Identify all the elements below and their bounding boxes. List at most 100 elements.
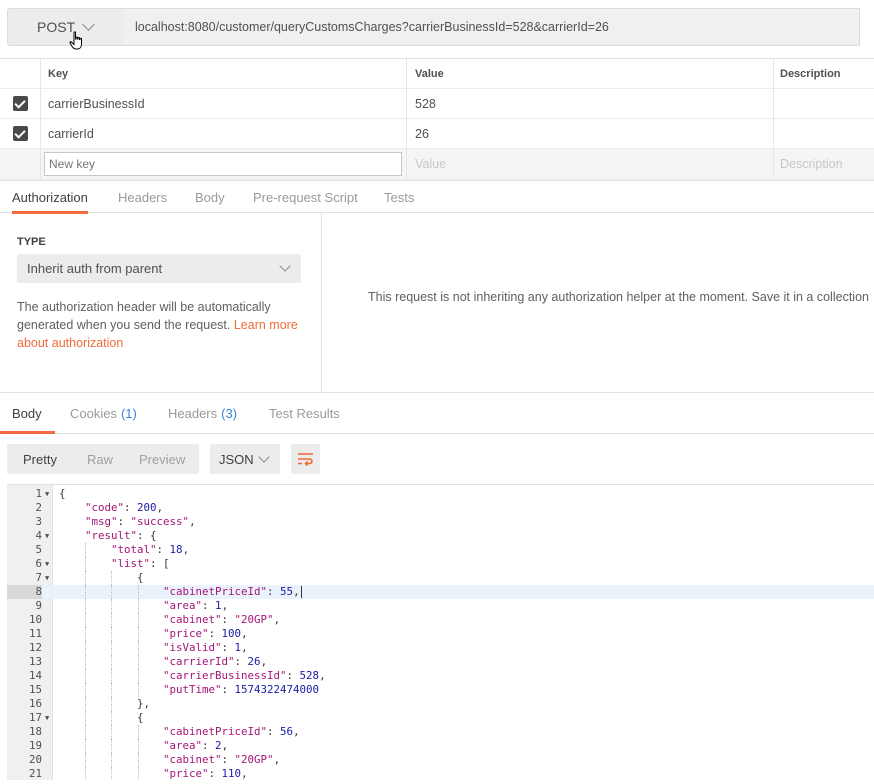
new-description-input[interactable]: Description — [773, 149, 874, 179]
format-raw[interactable]: Raw — [87, 444, 113, 474]
tab-body[interactable]: Body — [195, 181, 225, 213]
code-line: 7 ▼ { — [7, 571, 874, 585]
code-text: "code": 200, — [85, 501, 164, 514]
code-text: { — [59, 711, 144, 724]
line-number: 5 — [35, 543, 42, 556]
wrap-lines-icon — [297, 453, 313, 467]
params-value-header: Value — [406, 59, 773, 88]
code-text: "cabinetPriceId": 56, — [163, 725, 300, 738]
code-text: "cabinetPriceId": 55, — [163, 585, 300, 598]
param-value[interactable]: 26 — [406, 119, 773, 148]
line-number: 4 — [35, 529, 42, 542]
auth-description: The authorization header will be automat… — [17, 298, 307, 352]
code-line: 19 "area": 2, — [7, 739, 874, 753]
line-number: 18 — [28, 725, 42, 738]
code-line: 18 "cabinetPriceId": 56, — [7, 725, 874, 739]
auth-message: This request is not inheriting any autho… — [368, 290, 869, 304]
code-text: { — [59, 571, 144, 584]
line-number: 7 — [35, 571, 42, 584]
fold-arrow-icon[interactable]: ▼ — [45, 557, 53, 571]
headers-label: Headers — [168, 405, 218, 421]
auth-type-label: TYPE — [17, 236, 46, 248]
code-line: 2 "code": 200, — [7, 501, 874, 515]
tab-authorization[interactable]: Authorization — [12, 181, 88, 214]
response-tab-headers[interactable]: Headers (3) — [168, 393, 237, 433]
code-line: 15 "putTime": 1574322474000 — [7, 683, 874, 697]
auth-type-panel: TYPE Inherit auth from parent The author… — [0, 213, 322, 393]
params-key-header: Key — [40, 59, 406, 88]
param-row: carrierBusinessId 528 — [0, 89, 874, 119]
param-key[interactable]: carrierBusinessId — [40, 89, 406, 118]
tab-tests[interactable]: Tests — [384, 181, 414, 213]
line-number: 2 — [35, 501, 42, 514]
language-label: JSON — [219, 451, 254, 467]
code-line: 3 "msg": "success", — [7, 515, 874, 529]
response-body-editor[interactable]: 1 ▼{2 "code": 200, 3 "msg": "success", 4 ▼ "… — [7, 484, 874, 780]
code-text: "total": 18, — [111, 543, 190, 556]
param-row: carrierId 26 — [0, 119, 874, 149]
param-checkbox[interactable] — [12, 96, 28, 111]
line-number: 13 — [28, 655, 42, 668]
request-tabs: Authorization Headers Body Pre-request S… — [0, 180, 874, 214]
param-description[interactable] — [773, 89, 874, 118]
fold-arrow-icon[interactable]: ▼ — [45, 711, 53, 725]
code-text: "msg": "success", — [85, 515, 196, 528]
code-line: 8 "cabinetPriceId": 55, — [7, 585, 874, 599]
param-description[interactable] — [773, 119, 874, 148]
format-pretty[interactable]: Pretty — [23, 444, 57, 474]
code-line: 11 "price": 100, — [7, 627, 874, 641]
headers-count: (3) — [221, 405, 238, 421]
response-tab-test-results[interactable]: Test Results — [269, 393, 340, 433]
fold-arrow-icon[interactable]: ▼ — [45, 487, 53, 501]
format-preview[interactable]: Preview — [139, 444, 185, 474]
line-number: 20 — [28, 753, 42, 766]
response-tab-cookies[interactable]: Cookies (1) — [70, 393, 137, 433]
line-number: 17 — [28, 711, 42, 724]
params-table: Key Value Description carrierBusinessId … — [0, 58, 874, 180]
tab-headers[interactable]: Headers — [118, 181, 167, 213]
fold-arrow-icon[interactable]: ▼ — [45, 529, 53, 543]
code-text: }, — [59, 697, 151, 710]
new-value-input[interactable]: Value — [406, 149, 773, 179]
param-value[interactable]: 528 — [406, 89, 773, 118]
line-number: 21 — [28, 767, 42, 780]
wrap-lines-button[interactable] — [291, 444, 320, 474]
line-number: 9 — [35, 599, 42, 612]
hand-cursor-icon — [69, 31, 82, 50]
line-number: 8 — [7, 585, 42, 599]
cookies-label: Cookies — [70, 405, 117, 421]
line-number: 15 — [28, 683, 42, 696]
code-text: "carrierId": 26, — [163, 655, 268, 668]
line-number: 19 — [28, 739, 42, 752]
code-line: 6 ▼ "list": [ — [7, 557, 874, 571]
code-line: 21 "price": 110, — [7, 767, 874, 780]
line-number: 10 — [28, 613, 42, 626]
code-text: "price": 100, — [163, 627, 248, 640]
code-text: "result": { — [85, 529, 157, 542]
code-line: 4 ▼ "result": { — [7, 529, 874, 543]
code-text: "cabinet": "20GP", — [163, 753, 281, 766]
chevron-down-icon — [279, 260, 291, 272]
code-text: "carrierBusinessId": 528, — [163, 669, 326, 682]
url-input[interactable]: localhost:8080/customer/queryCustomsChar… — [124, 8, 860, 46]
param-checkbox[interactable] — [12, 126, 28, 141]
language-select[interactable]: JSON — [210, 444, 280, 474]
tab-prerequest-script[interactable]: Pre-request Script — [253, 181, 358, 213]
code-line: 13 "carrierId": 26, — [7, 655, 874, 669]
url-bar-edge — [859, 8, 874, 46]
fold-arrow-icon[interactable]: ▼ — [45, 571, 53, 585]
code-line: 12 "isValid": 1, — [7, 641, 874, 655]
response-tab-body[interactable]: Body — [0, 393, 55, 434]
new-key-input[interactable] — [44, 152, 402, 176]
param-new-row: Value Description — [0, 149, 874, 180]
params-description-header: Description — [773, 59, 874, 88]
line-number: 3 — [35, 515, 42, 528]
line-number: 1 — [35, 487, 42, 500]
auth-type-select[interactable]: Inherit auth from parent — [17, 254, 301, 283]
param-key[interactable]: carrierId — [40, 119, 406, 148]
line-number: 12 — [28, 641, 42, 654]
method-select[interactable]: POST — [7, 8, 125, 46]
line-number: 11 — [28, 627, 42, 640]
code-text: "area": 2, — [163, 739, 229, 752]
code-line: 9 "area": 1, — [7, 599, 874, 613]
